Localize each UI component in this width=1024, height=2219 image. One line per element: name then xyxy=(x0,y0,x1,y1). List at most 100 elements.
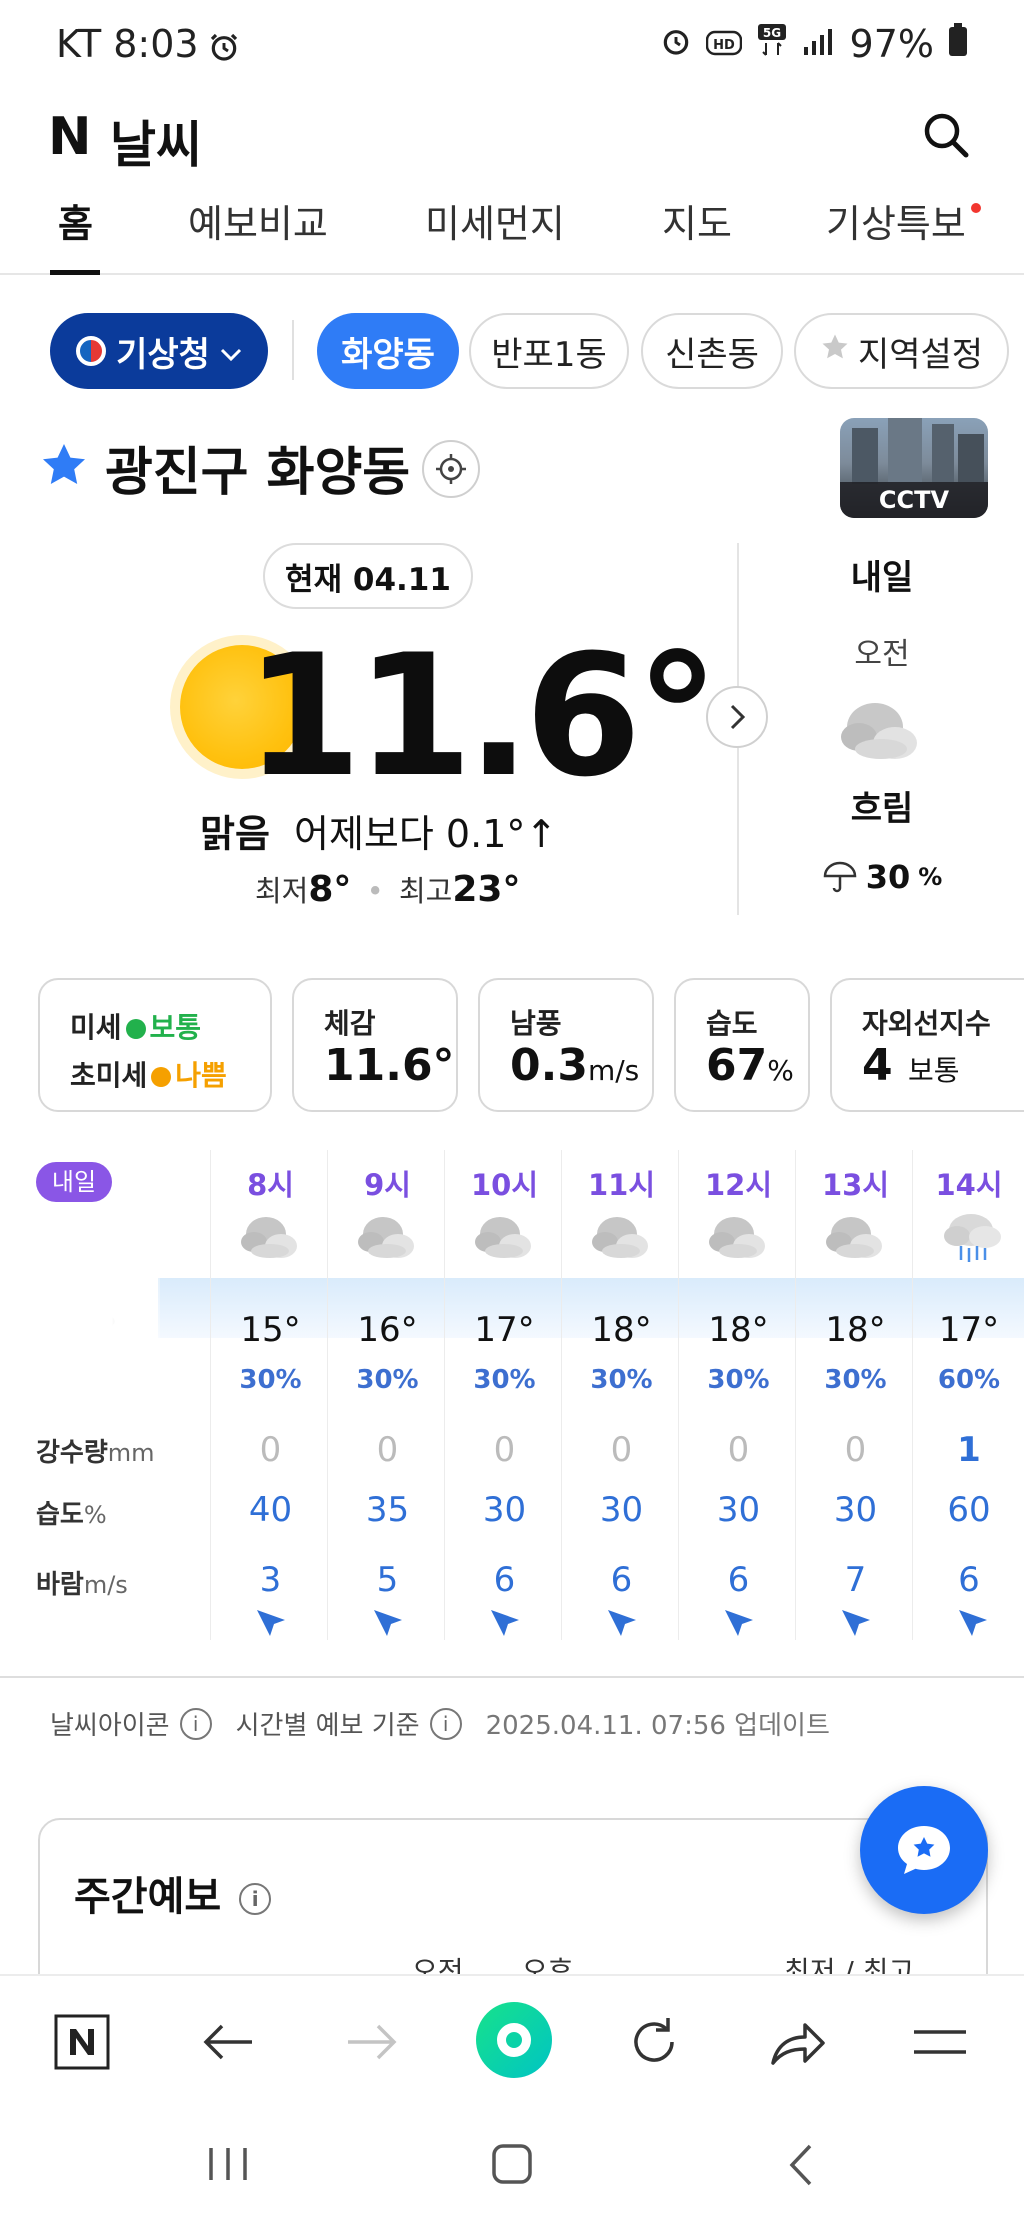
tab-map[interactable]: 지도 xyxy=(662,193,732,248)
humidity-row-label: 습도% xyxy=(36,1494,107,1531)
wind-direction-icon xyxy=(604,1606,640,1644)
wind-unit: m/s xyxy=(587,1054,640,1087)
hour-pop: 30% xyxy=(824,1365,887,1395)
naver-logo[interactable]: N xyxy=(48,107,92,167)
hourly-column[interactable]: 12시 18° 30% 0 30 6 xyxy=(680,1150,797,1640)
star-icon xyxy=(820,331,850,371)
hour-separator xyxy=(210,1150,211,1640)
arrow-left-icon xyxy=(203,2024,252,2060)
umbrella-icon xyxy=(823,861,856,893)
hourly-column[interactable]: 10시 17° 30% 0 30 6 xyxy=(446,1150,563,1640)
back-button[interactable] xyxy=(198,2012,258,2072)
forward-button[interactable] xyxy=(342,2012,402,2072)
hour-temp: 18° xyxy=(708,1310,769,1350)
cloud-icon xyxy=(824,1210,888,1266)
hour-pop: 30% xyxy=(239,1365,302,1395)
current-location-button[interactable] xyxy=(422,440,480,498)
weekly-title-text: 주간예보 xyxy=(74,1874,222,1920)
cctv-thumbnail[interactable]: CCTV xyxy=(840,418,988,518)
uv-card[interactable]: 자외선지수 4 보통 xyxy=(830,978,1024,1112)
refresh-button[interactable] xyxy=(624,2012,684,2072)
cctv-label: CCTV xyxy=(840,482,988,518)
min-temp: 8° xyxy=(308,869,352,910)
humidity-row-unit: % xyxy=(83,1501,107,1529)
building-shape xyxy=(932,424,954,482)
naver-home-button[interactable] xyxy=(52,2012,112,2072)
hour-rain: 1 xyxy=(957,1430,981,1470)
hour-rain: 0 xyxy=(727,1430,750,1470)
current-temperature: 11.6° xyxy=(245,618,720,814)
hour-rain: 0 xyxy=(844,1430,867,1470)
search-icon[interactable] xyxy=(918,107,974,163)
hour-wind: 6 xyxy=(493,1560,516,1600)
cloud-icon xyxy=(590,1210,654,1266)
hourly-forecast[interactable]: 시 4° % 0 내일 강수량mm 습도% 바람m/s 8시 15° 30% 0… xyxy=(0,1150,1024,1640)
chevron-down-icon xyxy=(220,331,242,371)
location-chip-sinchon[interactable]: 신촌동 xyxy=(641,313,783,389)
dust-row: 미세 보통 xyxy=(70,1006,201,1046)
uv-label: 자외선지수 xyxy=(862,1007,991,1040)
location-title: 광진구 화양동 xyxy=(105,443,411,503)
tab-weather-warning[interactable]: 기상특보 xyxy=(826,193,966,248)
naver-n-icon xyxy=(54,2014,110,2070)
hour-pop: 60% xyxy=(937,1365,1001,1395)
favorite-star-icon[interactable] xyxy=(40,442,88,492)
hour-wind: 5 xyxy=(376,1560,399,1600)
wind-row-label: 바람m/s xyxy=(36,1564,128,1601)
tab-home[interactable]: 홈 xyxy=(58,193,93,248)
hour-temp: 16° xyxy=(357,1310,418,1350)
hour-temp: 18° xyxy=(591,1310,652,1350)
hourly-column[interactable]: 13시 18° 30% 0 30 7 xyxy=(797,1150,914,1640)
dust-label: 미세 xyxy=(70,1011,122,1044)
tomorrow-summary[interactable]: 내일 오전 흐림 30% xyxy=(760,550,1004,896)
source-select-button[interactable]: 기상청 xyxy=(50,313,268,389)
forecast-info-row: 날씨아이콘 i 시간별 예보 기준 i 2025.04.11. 07:56 업데… xyxy=(50,1705,830,1742)
info-icon[interactable]: i xyxy=(239,1883,272,1915)
page-title: 날씨 xyxy=(110,116,202,174)
recent-apps-icon[interactable] xyxy=(205,2144,251,2188)
svg-text:HD: HD xyxy=(713,38,735,53)
tab-fine-dust[interactable]: 미세먼지 xyxy=(425,193,565,248)
home-icon[interactable] xyxy=(490,2142,534,2190)
menu-button[interactable] xyxy=(910,2012,970,2072)
hour-time: 9시 xyxy=(364,1168,411,1202)
humidity-card[interactable]: 습도 67% xyxy=(674,978,810,1112)
chatbot-button[interactable] xyxy=(860,1786,988,1914)
next-day-button[interactable] xyxy=(706,686,768,748)
dust-card[interactable]: 미세 보통 초미세 나쁨 xyxy=(38,978,272,1112)
wind-row-unit: m/s xyxy=(83,1571,128,1599)
system-nav-bar xyxy=(0,2104,1024,2219)
humidity-unit: % xyxy=(767,1054,794,1087)
5g-icon: 5G xyxy=(756,22,788,66)
hourly-column[interactable]: 8시 15° 30% 0 40 3 xyxy=(212,1150,329,1640)
hour-time: 10시 xyxy=(470,1168,539,1202)
location-chip-banpo1[interactable]: 반포1동 xyxy=(469,313,629,389)
cloud-icon xyxy=(473,1210,537,1266)
hourly-column[interactable]: 11시 18° 30% 0 30 6 xyxy=(563,1150,680,1640)
region-setting-button[interactable]: 지역설정 xyxy=(794,313,1009,389)
hourly-basis-label[interactable]: 시간별 예보 기준 xyxy=(236,1705,420,1742)
hour-wind: 6 xyxy=(727,1560,750,1600)
wind-card[interactable]: 남풍 0.3m/s xyxy=(478,978,654,1112)
fine-dust-status-dot xyxy=(151,1067,172,1087)
green-dot-button[interactable] xyxy=(476,2002,552,2078)
hour-time: 13시 xyxy=(821,1168,890,1202)
info-icon[interactable]: i xyxy=(429,1707,462,1740)
tab-forecast-compare[interactable]: 예보비교 xyxy=(188,193,328,248)
hourly-column[interactable]: 9시 16° 30% 0 35 5 xyxy=(329,1150,446,1640)
max-temp: 23° xyxy=(452,869,521,910)
weather-icon-info-label[interactable]: 날씨아이콘 xyxy=(50,1705,170,1742)
humidity-value: 67 xyxy=(706,1040,768,1091)
cloud-icon xyxy=(239,1210,303,1266)
update-timestamp: 2025.04.11. 07:56 업데이트 xyxy=(485,1711,830,1741)
hourly-column[interactable]: 14시 17° 60% 1 60 6 xyxy=(914,1150,1024,1640)
location-chip-hwayang[interactable]: 화양동 xyxy=(317,313,459,389)
hour-wind: 6 xyxy=(958,1560,980,1600)
fine-dust-label: 초미세 xyxy=(70,1059,148,1092)
info-icon[interactable]: i xyxy=(179,1707,212,1740)
back-nav-icon[interactable] xyxy=(786,2142,816,2192)
hour-temp: 17° xyxy=(474,1310,535,1350)
feels-like-card[interactable]: 체감 11.6° xyxy=(292,978,458,1112)
share-button[interactable] xyxy=(768,2012,828,2072)
hour-pop: 30% xyxy=(590,1365,653,1395)
